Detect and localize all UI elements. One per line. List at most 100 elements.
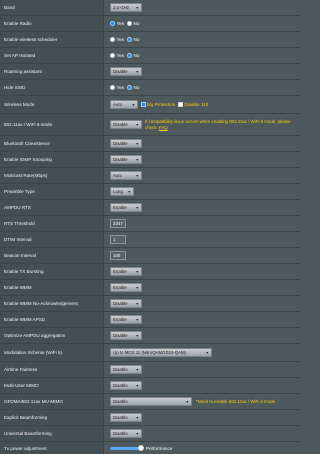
label-roaming-assistant: Roaming assistant (0, 64, 104, 79)
band-select[interactable]: 2.4 GHz ▼ (110, 3, 142, 12)
row-hide-ssid: Hide SSID Yes No (0, 80, 300, 96)
label-ampdu-rts: AMPDU RTS (0, 200, 104, 215)
label-hide-ssid: Hide SSID (0, 80, 104, 95)
row-dtim: DTIM Interval 1 (0, 232, 300, 248)
rts-threshold-input[interactable]: 2347 (110, 219, 126, 228)
chevron-down-icon: ▼ (135, 5, 139, 10)
chevron-down-icon: ▼ (135, 205, 139, 210)
row-ofdma: OFDMA/802.11ax MU-MIMO Disable ▼ *Need t… (0, 394, 300, 410)
row-wireless-mode: Wireless Mode Auto ▼ b/g Protection Disa… (0, 96, 300, 114)
label-wmm: Enable WMM (0, 280, 104, 295)
row-airtime: Airtime Fairness Disable ▼ (0, 362, 300, 378)
row-ampdu-rts: AMPDU RTS Enable ▼ (0, 200, 300, 216)
wireless-mode-select[interactable]: Auto ▼ (110, 100, 138, 109)
mu-mimo-select[interactable]: Disable ▼ (110, 381, 142, 390)
label-ax-mode: 802.11ax / WiFi 6 mode (0, 114, 104, 135)
tx-bursting-select[interactable]: Enable ▼ (110, 267, 142, 276)
roaming-assistant-select[interactable]: Disable ▼ (110, 67, 142, 76)
label-tx-power: Tx power adjustment (0, 442, 104, 454)
bluetooth-select[interactable]: Disable ▼ (110, 139, 142, 148)
preamble-select[interactable]: Long ▼ (110, 187, 134, 196)
chevron-down-icon: ▼ (135, 141, 139, 146)
tx-power-slider[interactable] (110, 444, 144, 451)
dtim-input[interactable]: 1 (110, 235, 126, 244)
row-multicast: Multicast Rate(Mbps) Auto ▼ (0, 168, 300, 184)
enable-radio-no-radio[interactable] (127, 21, 132, 26)
ofdma-select[interactable]: Disable ▼ (110, 397, 192, 406)
chevron-down-icon: ▼ (135, 269, 139, 274)
wmm-noack-select[interactable]: Disable ▼ (110, 299, 142, 308)
row-wmm-apsd: Enable WMM APSD Enable ▼ (0, 312, 300, 328)
row-preamble: Preamble Type Long ▼ (0, 184, 300, 200)
bg-protection-checkbox[interactable] (141, 102, 146, 107)
row-ax-mode: 802.11ax / WiFi 6 mode Disable ▼ If comp… (0, 114, 300, 136)
chevron-down-icon: ▼ (135, 157, 139, 162)
label-modulation: Modulation Scheme (WiFi 5) (0, 344, 104, 361)
ax-mode-link[interactable]: 802.11ax / WiFi 6 mode (229, 399, 275, 405)
chevron-down-icon: ▼ (135, 367, 139, 372)
label-rts-threshold: RTS Threshold (0, 216, 104, 231)
chevron-down-icon: ▼ (135, 333, 139, 338)
chevron-down-icon: ▼ (131, 102, 135, 107)
label-enable-radio: Enable Radio (0, 16, 104, 31)
chevron-down-icon: ▼ (127, 189, 131, 194)
label-wireless-mode: Wireless Mode (0, 96, 104, 113)
tx-power-value: Performance (146, 445, 173, 451)
row-roaming-assistant: Roaming assistant Disable ▼ (0, 64, 300, 80)
label-dtim: DTIM Interval (0, 232, 104, 247)
row-ampdu-agg: Optimize AMPDU aggregation Disable ▼ (0, 328, 300, 344)
label-igmp: Enable IGMP Snooping (0, 152, 104, 167)
airtime-select[interactable]: Disable ▼ (110, 365, 142, 374)
label-band: Band (0, 0, 104, 15)
row-band: Band 2.4 GHz ▼ (0, 0, 300, 16)
chevron-down-icon: ▼ (135, 431, 139, 436)
row-mu-mimo: Multi-User MIMO Disable ▼ (0, 378, 300, 394)
faq-link[interactable]: FAQ (159, 125, 168, 130)
label-multicast: Multicast Rate(Mbps) (0, 168, 104, 183)
label-universal-bf: Universal Beamforming (0, 426, 104, 441)
label-mu-mimo: Multi-User MIMO (0, 378, 104, 393)
hide-ssid-no-radio[interactable] (127, 85, 132, 90)
wmm-apsd-select[interactable]: Enable ▼ (110, 315, 142, 324)
label-preamble: Preamble Type (0, 184, 104, 199)
label-wmm-apsd: Enable WMM APSD (0, 312, 104, 327)
row-enable-radio: Enable Radio Yes No (0, 16, 300, 32)
row-ap-isolated: Set AP Isolated Yes No (0, 48, 300, 64)
row-modulation: Modulation Scheme (WiFi 5) Up to MCS 11 … (0, 344, 300, 362)
row-beacon: Beacon Interval 100 (0, 248, 300, 264)
wmm-select[interactable]: Enable ▼ (110, 283, 142, 292)
multicast-select[interactable]: Auto ▼ (110, 171, 142, 180)
hide-ssid-yes-radio[interactable] (110, 85, 115, 90)
label-tx-bursting: Enable TX Bursting (0, 264, 104, 279)
igmp-select[interactable]: Disable ▼ (110, 155, 142, 164)
chevron-down-icon: ▼ (135, 301, 139, 306)
label-explicit-bf: Explicit Beamforming (0, 410, 104, 425)
modulation-select[interactable]: Up to MCS 11 (NitroQAM/1024-QAM) ▼ (110, 348, 212, 357)
disable-11b-checkbox[interactable] (178, 102, 183, 107)
chevron-down-icon: ▼ (135, 383, 139, 388)
ap-isolated-yes-radio[interactable] (110, 53, 115, 58)
ampdu-rts-select[interactable]: Enable ▼ (110, 203, 142, 212)
wireless-professional-settings: Band 2.4 GHz ▼ Enable Radio Yes No Enabl… (0, 0, 300, 454)
label-airtime: Airtime Fairness (0, 362, 104, 377)
ax-mode-warning: If compatibility issue occurs when enabl… (145, 118, 291, 130)
label-ofdma: OFDMA/802.11ax MU-MIMO (0, 394, 104, 409)
ax-mode-select[interactable]: Disable ▼ (110, 120, 142, 129)
enable-radio-yes-radio[interactable] (110, 21, 115, 26)
chevron-down-icon: ▼ (135, 69, 139, 74)
scheduler-yes-radio[interactable] (110, 37, 115, 42)
label-ap-isolated: Set AP Isolated (0, 48, 104, 63)
ap-isolated-no-radio[interactable] (127, 53, 132, 58)
explicit-bf-select[interactable]: Disable ▼ (110, 413, 142, 422)
ampdu-agg-select[interactable]: Disable ▼ (110, 331, 142, 340)
beacon-input[interactable]: 100 (110, 251, 126, 260)
chevron-down-icon: ▼ (135, 173, 139, 178)
row-wmm-noack: Enable WMM No-Acknowledgement Disable ▼ (0, 296, 300, 312)
tx-power-slider-thumb[interactable] (138, 444, 144, 451)
scheduler-no-radio[interactable] (127, 37, 132, 42)
row-rts-threshold: RTS Threshold 2347 (0, 216, 300, 232)
label-wmm-noack: Enable WMM No-Acknowledgement (0, 296, 104, 311)
row-tx-power: Tx power adjustment Performance (0, 442, 300, 454)
chevron-down-icon: ▼ (135, 122, 139, 127)
universal-bf-select[interactable]: Disable ▼ (110, 429, 142, 438)
